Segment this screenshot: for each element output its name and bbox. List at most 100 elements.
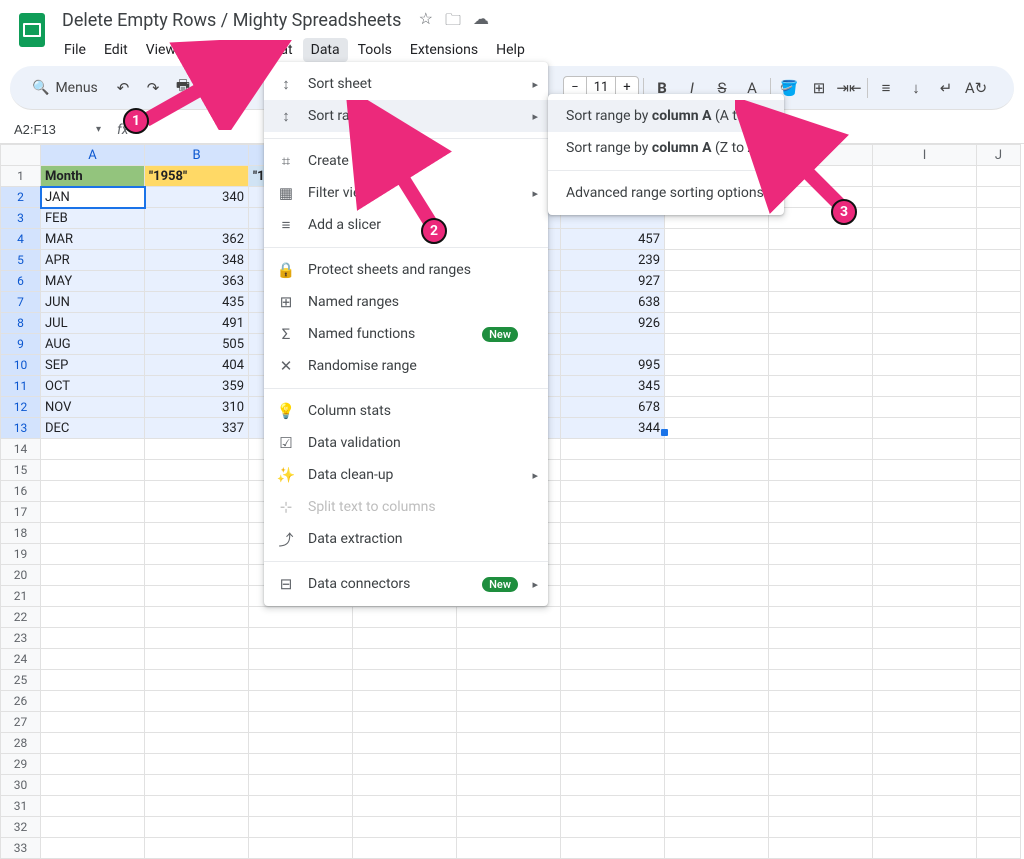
cell-A15[interactable] (41, 460, 145, 481)
cell-C29[interactable] (249, 754, 353, 775)
cell-E33[interactable] (457, 838, 561, 859)
cell-B13[interactable]: 337 (145, 418, 249, 439)
cell-B12[interactable]: 310 (145, 397, 249, 418)
cell-I5[interactable] (873, 250, 977, 271)
cell-J25[interactable] (977, 670, 1021, 691)
cell-D32[interactable] (353, 817, 457, 838)
cell-F22[interactable] (561, 607, 665, 628)
cell-H24[interactable] (769, 649, 873, 670)
cell-F17[interactable] (561, 502, 665, 523)
cell-A28[interactable] (41, 733, 145, 754)
cell-F5[interactable]: 239 (561, 250, 665, 271)
cell-G11[interactable] (665, 376, 769, 397)
cell-F19[interactable] (561, 544, 665, 565)
row-header-12[interactable]: 12 (1, 397, 41, 418)
cell-E24[interactable] (457, 649, 561, 670)
cell-F33[interactable] (561, 838, 665, 859)
cell-F13[interactable]: 344 (561, 418, 665, 439)
cell-I32[interactable] (873, 817, 977, 838)
cell-B15[interactable] (145, 460, 249, 481)
cell-H19[interactable] (769, 544, 873, 565)
cell-G4[interactable] (665, 229, 769, 250)
cell-F11[interactable]: 345 (561, 376, 665, 397)
cell-B6[interactable]: 363 (145, 271, 249, 292)
menu-named-functions[interactable]: ΣNamed functionsNew (264, 318, 548, 350)
cell-D23[interactable] (353, 628, 457, 649)
cell-B28[interactable] (145, 733, 249, 754)
selection-handle[interactable] (661, 429, 668, 436)
row-header-28[interactable]: 28 (1, 733, 41, 754)
row-header-4[interactable]: 4 (1, 229, 41, 250)
menu-data-validation[interactable]: ☑Data validation (264, 427, 548, 459)
cell-G21[interactable] (665, 586, 769, 607)
cell-J22[interactable] (977, 607, 1021, 628)
cell-F14[interactable] (561, 439, 665, 460)
cell-G19[interactable] (665, 544, 769, 565)
document-title[interactable]: Delete Empty Rows / Mighty Spreadsheets (56, 8, 407, 33)
cell-H4[interactable] (769, 229, 873, 250)
cell-B5[interactable]: 348 (145, 250, 249, 271)
cell-A8[interactable]: JUL (41, 313, 145, 334)
menu-file[interactable]: File (56, 38, 94, 62)
menu-help[interactable]: Help (488, 38, 533, 62)
cell-D25[interactable] (353, 670, 457, 691)
cell-G7[interactable] (665, 292, 769, 313)
cell-B1[interactable]: "1958" (145, 166, 249, 187)
cell-D24[interactable] (353, 649, 457, 670)
cell-B14[interactable] (145, 439, 249, 460)
cell-B4[interactable]: 362 (145, 229, 249, 250)
cell-F32[interactable] (561, 817, 665, 838)
cell-G13[interactable] (665, 418, 769, 439)
move-icon[interactable]: 🗀 (445, 9, 461, 36)
cell-I31[interactable] (873, 796, 977, 817)
row-header-1[interactable]: 1 (1, 166, 41, 187)
cell-J9[interactable] (977, 334, 1021, 355)
cell-G29[interactable] (665, 754, 769, 775)
cell-I28[interactable] (873, 733, 977, 754)
cell-J28[interactable] (977, 733, 1021, 754)
cell-D28[interactable] (353, 733, 457, 754)
cell-I21[interactable] (873, 586, 977, 607)
cell-D29[interactable] (353, 754, 457, 775)
cell-A31[interactable] (41, 796, 145, 817)
select-all-corner[interactable] (1, 145, 41, 166)
row-header-27[interactable]: 27 (1, 712, 41, 733)
cell-I14[interactable] (873, 439, 977, 460)
cell-I7[interactable] (873, 292, 977, 313)
cell-J31[interactable] (977, 796, 1021, 817)
cell-H21[interactable] (769, 586, 873, 607)
cell-I18[interactable] (873, 523, 977, 544)
cell-I15[interactable] (873, 460, 977, 481)
cell-B9[interactable]: 505 (145, 334, 249, 355)
column-header-A[interactable]: A (41, 145, 145, 166)
cell-G18[interactable] (665, 523, 769, 544)
cell-B21[interactable] (145, 586, 249, 607)
cell-B18[interactable] (145, 523, 249, 544)
cell-D22[interactable] (353, 607, 457, 628)
cell-B17[interactable] (145, 502, 249, 523)
cell-B27[interactable] (145, 712, 249, 733)
cell-B20[interactable] (145, 565, 249, 586)
cell-I13[interactable] (873, 418, 977, 439)
cell-B30[interactable] (145, 775, 249, 796)
cell-G9[interactable] (665, 334, 769, 355)
row-header-15[interactable]: 15 (1, 460, 41, 481)
cell-G27[interactable] (665, 712, 769, 733)
cell-A4[interactable]: MAR (41, 229, 145, 250)
cell-I25[interactable] (873, 670, 977, 691)
cell-C28[interactable] (249, 733, 353, 754)
h-align-button[interactable]: ≡ (872, 74, 900, 102)
cell-A22[interactable] (41, 607, 145, 628)
row-header-33[interactable]: 33 (1, 838, 41, 859)
cell-H28[interactable] (769, 733, 873, 754)
cell-J12[interactable] (977, 397, 1021, 418)
cell-F18[interactable] (561, 523, 665, 544)
cell-J4[interactable] (977, 229, 1021, 250)
cell-H23[interactable] (769, 628, 873, 649)
cell-G23[interactable] (665, 628, 769, 649)
menu-extensions[interactable]: Extensions (402, 38, 486, 62)
star-icon[interactable]: ☆ (419, 9, 433, 36)
cell-J33[interactable] (977, 838, 1021, 859)
cell-E28[interactable] (457, 733, 561, 754)
cell-H33[interactable] (769, 838, 873, 859)
